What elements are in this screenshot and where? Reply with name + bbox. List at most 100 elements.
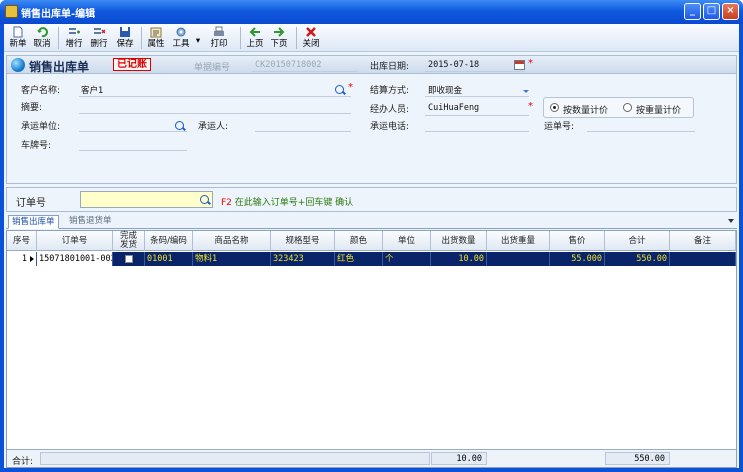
cell-color[interactable]: 红色 bbox=[335, 252, 383, 266]
delete-row-label: 删行 bbox=[90, 39, 108, 49]
cell-weight[interactable] bbox=[487, 252, 550, 266]
app-icon bbox=[5, 5, 18, 18]
doc-number-label: 单据编号 bbox=[194, 63, 231, 73]
search-icon[interactable] bbox=[175, 121, 184, 130]
waybill-label: 运单号: bbox=[544, 122, 575, 132]
search-icon[interactable] bbox=[200, 195, 209, 204]
col-total[interactable]: 合计 bbox=[605, 231, 670, 251]
cell-barcode[interactable]: 01001 bbox=[145, 252, 193, 266]
maximize-button[interactable]: □ bbox=[703, 3, 720, 20]
properties-button[interactable]: 属性 bbox=[145, 25, 167, 51]
cell-remark[interactable] bbox=[670, 252, 736, 266]
cancel-button[interactable]: 取消 bbox=[32, 25, 52, 51]
col-product-name[interactable]: 商品名称 bbox=[193, 231, 271, 251]
col-spec[interactable]: 规格型号 bbox=[271, 231, 335, 251]
price-by-qty-label[interactable]: 按数量计价 bbox=[563, 103, 608, 116]
row-pointer-icon bbox=[30, 255, 34, 262]
shipper-label: 承运人: bbox=[198, 122, 229, 132]
toolbar-separator bbox=[58, 27, 59, 49]
date-field[interactable]: 2015-07-18 bbox=[428, 60, 479, 70]
col-barcode[interactable]: 条码/编码 bbox=[145, 231, 193, 251]
arrow-left-icon bbox=[249, 27, 260, 37]
required-marker: * bbox=[348, 82, 353, 93]
minimize-button[interactable]: _ bbox=[684, 3, 701, 20]
next-page-button[interactable]: 下页 bbox=[268, 25, 290, 51]
cell-unit[interactable]: 个 bbox=[383, 252, 431, 266]
delete-row-icon bbox=[94, 28, 105, 34]
doc-number-underline bbox=[252, 71, 357, 72]
cell-seq[interactable]: 1 bbox=[7, 252, 37, 266]
print-button[interactable]: 打印 bbox=[203, 25, 235, 51]
cell-done[interactable] bbox=[113, 252, 145, 266]
settlement-select[interactable]: 即收现金 bbox=[428, 84, 462, 96]
add-row-button[interactable]: 增行 bbox=[63, 25, 85, 51]
footer-qty-total: 10.00 bbox=[431, 452, 487, 465]
table-row[interactable]: 1 15071801001-002 01001 物料1 323423 红色 个 … bbox=[7, 252, 736, 266]
col-unit[interactable]: 单位 bbox=[383, 231, 431, 251]
table-footer: 合计: 10.00 550.00 bbox=[7, 449, 736, 467]
close-button[interactable]: 关闭 bbox=[300, 25, 322, 51]
prev-page-button[interactable]: 上页 bbox=[244, 25, 266, 51]
carrier-phone-label: 承运电话: bbox=[370, 122, 410, 132]
cell-total[interactable]: 550.00 bbox=[605, 252, 670, 266]
shipper-underline bbox=[255, 131, 351, 132]
tools-button[interactable]: 工具 bbox=[170, 25, 192, 51]
col-weight[interactable]: 出货重量 bbox=[487, 231, 550, 251]
save-icon bbox=[120, 27, 130, 37]
properties-icon bbox=[150, 27, 162, 38]
calendar-icon[interactable] bbox=[514, 60, 525, 70]
required-marker: * bbox=[528, 101, 533, 112]
col-done[interactable]: 完成发货 bbox=[113, 231, 145, 251]
tab-sales-outbound[interactable]: 销售出库单 bbox=[8, 215, 59, 229]
date-label: 出库日期: bbox=[370, 62, 410, 72]
title-bar[interactable]: 销售出库单-编辑 _ □ × bbox=[0, 0, 743, 24]
col-seq[interactable]: 序号 bbox=[7, 231, 37, 251]
document-header-panel: 销售出库单 已记账 单据编号 CK20150718002 出库日期: 2015-… bbox=[6, 55, 737, 184]
properties-label: 属性 bbox=[147, 39, 165, 49]
col-price[interactable]: 售价 bbox=[550, 231, 605, 251]
price-by-qty-radio[interactable] bbox=[550, 103, 559, 112]
save-button[interactable]: 保存 bbox=[114, 25, 136, 51]
close-label: 关闭 bbox=[302, 39, 320, 49]
tab-sales-return[interactable]: 销售退货单 bbox=[66, 215, 115, 229]
cell-price[interactable]: 55.000 bbox=[550, 252, 605, 266]
globe-icon bbox=[11, 58, 25, 72]
close-window-button[interactable]: × bbox=[722, 3, 739, 20]
cell-qty[interactable]: 10.00 bbox=[431, 252, 487, 266]
order-hint: F2 在此输入订单号+回车键 确认 bbox=[221, 195, 353, 208]
col-order-no[interactable]: 订单号 bbox=[37, 231, 113, 251]
waybill-underline bbox=[587, 131, 695, 132]
doc-number: CK20150718002 bbox=[255, 60, 322, 70]
close-icon bbox=[306, 27, 316, 37]
line-items-table: 序号 订单号 完成发货 条码/编码 商品名称 规格型号 颜色 单位 出货数量 出… bbox=[6, 230, 737, 468]
arrow-right-icon bbox=[274, 27, 285, 37]
plate-underline bbox=[79, 150, 187, 151]
col-remark[interactable]: 备注 bbox=[670, 231, 736, 251]
customer-field[interactable]: 客户1 bbox=[81, 84, 103, 96]
delete-row-button[interactable]: 删行 bbox=[88, 25, 110, 51]
settlement-label: 结算方式: bbox=[370, 86, 410, 96]
gear-icon bbox=[176, 27, 186, 37]
new-button[interactable]: 新单 bbox=[8, 25, 28, 51]
price-by-weight-label[interactable]: 按重量计价 bbox=[636, 103, 681, 116]
col-qty[interactable]: 出货数量 bbox=[431, 231, 487, 251]
done-checkbox[interactable] bbox=[124, 254, 133, 263]
handler-underline bbox=[425, 115, 529, 116]
price-by-weight-radio[interactable] bbox=[623, 103, 632, 112]
footer-amount-total: 550.00 bbox=[605, 452, 670, 465]
col-color[interactable]: 颜色 bbox=[335, 231, 383, 251]
search-icon[interactable] bbox=[335, 85, 344, 94]
print-label: 打印 bbox=[210, 39, 228, 49]
customer-label: 客户名称: bbox=[21, 86, 61, 96]
tools-label: 工具 bbox=[172, 39, 190, 49]
pricing-mode-group: 按数量计价 按重量计价 bbox=[543, 97, 694, 118]
cell-product-name[interactable]: 物料1 bbox=[193, 252, 271, 266]
document-tabs: 销售出库单 销售退货单 bbox=[6, 215, 737, 229]
cell-order-no[interactable]: 15071801001-002 bbox=[37, 252, 113, 266]
tab-menu-arrow-icon[interactable] bbox=[728, 219, 734, 223]
handler-field[interactable]: CuiHuaFeng bbox=[428, 103, 479, 113]
seq-value: 1 bbox=[21, 254, 27, 264]
cell-spec[interactable]: 323423 bbox=[271, 252, 335, 266]
chevron-down-icon[interactable] bbox=[523, 90, 529, 93]
order-number-input[interactable] bbox=[80, 191, 213, 208]
